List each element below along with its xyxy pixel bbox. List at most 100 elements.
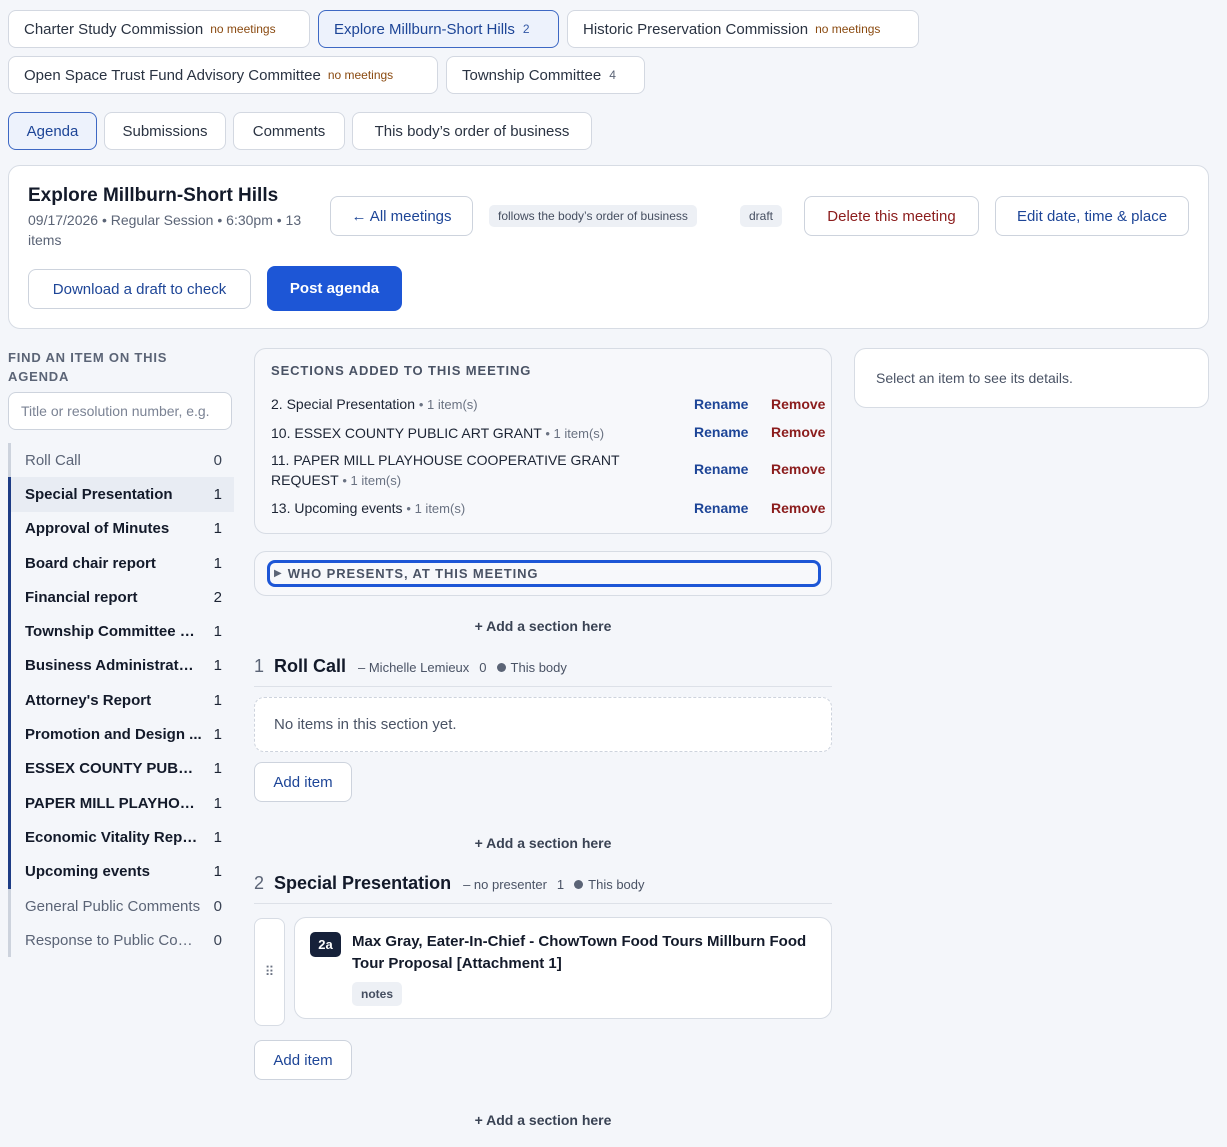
outline-item-label: Promotion and Design ... [25, 726, 202, 744]
all-meetings-button[interactable]: ← All meetings [330, 196, 473, 236]
sections-added-heading: SECTIONS ADDED TO THIS MEETING [271, 363, 532, 378]
body-tab-explore-millburn[interactable]: Explore Millburn-Short Hills 2 [318, 10, 559, 48]
outline-item-label: Special Presentation [25, 485, 173, 503]
outline-item-label: Financial report [25, 588, 138, 606]
add-section-link[interactable]: + Add a section here [254, 618, 832, 634]
outline-item-upcoming-events[interactable]: Upcoming events 1 [8, 854, 234, 889]
outline-item-economic-vitality[interactable]: Economic Vitality Report 1 [8, 820, 234, 855]
outline-item-label: Board chair report [25, 554, 156, 572]
outline-item-label: Roll Call [25, 451, 81, 469]
outline-item-label: Township Committee R... [25, 623, 202, 641]
body-tab-label: Open Space Trust Fund Advisory Committee [24, 66, 321, 84]
section-added-name: 10. ESSEX COUNTY PUBLIC ART GRANT [271, 425, 542, 441]
outline-item-promotion-and-design[interactable]: Promotion and Design ... 1 [8, 717, 234, 752]
outline-item-count: 1 [213, 794, 222, 812]
body-tab-township-committee[interactable]: Township Committee 4 [446, 56, 645, 94]
remove-link[interactable]: Remove [771, 459, 825, 479]
outline-item-special-presentation[interactable]: Special Presentation 1 [8, 477, 234, 512]
outline-item-board-chair-report[interactable]: Board chair report 1 [8, 545, 234, 581]
outline-item-financial-report[interactable]: Financial report 2 [8, 580, 234, 615]
body-tab-charter-study[interactable]: Charter Study Commission no meetings [8, 10, 310, 48]
outline-item-count: 1 [213, 520, 222, 538]
outline-item-count: 2 [213, 588, 222, 606]
outline-item-response-to-public-comments[interactable]: Response to Public Com... 0 [8, 923, 234, 958]
edit-date-time-place-button[interactable]: Edit date, time & place [995, 196, 1189, 236]
section-presenter[interactable]: – Michelle Lemieux [358, 660, 469, 675]
rename-link[interactable]: Rename [694, 422, 748, 442]
outline-item-essex-county[interactable]: ESSEX COUNTY PUBLI... 1 [8, 751, 234, 786]
add-item-button[interactable]: Add item [254, 762, 352, 802]
section-number: 2 [254, 873, 265, 893]
tab-agenda[interactable]: Agenda [8, 112, 97, 150]
outline-item-approval-of-minutes[interactable]: Approval of Minutes 1 [8, 511, 234, 546]
section-title[interactable]: Roll Call [274, 656, 346, 677]
body-tab-historic-preservation[interactable]: Historic Preservation Commission no meet… [567, 10, 919, 48]
download-draft-button[interactable]: Download a draft to check [28, 269, 251, 309]
agenda-item-card[interactable]: 2a Max Gray, Eater-In-Chief - ChowTown F… [294, 917, 832, 1019]
outline-item-township-committee[interactable]: Township Committee R... 1 [8, 614, 234, 649]
tab-order-of-business[interactable]: This body’s order of business [352, 112, 592, 150]
item-details-panel: Select an item to see its details. [854, 348, 1209, 408]
section-added-meta: • 1 item(s) [545, 426, 605, 441]
outline-item-count: 0 [213, 897, 222, 915]
who-presents-panel: ▶ WHO PRESENTS, AT THIS MEETING [254, 551, 832, 596]
outline-item-paper-mill[interactable]: PAPER MILL PLAYHOU... 1 [8, 785, 234, 821]
find-item-label: FIND AN ITEM ON THIS AGENDA [8, 350, 168, 384]
outline-item-count: 1 [213, 760, 222, 778]
outline-item-label: Approval of Minutes [25, 520, 170, 538]
section-added-row: 11. PAPER MILL PLAYHOUSE COOPERATIVE GRA… [271, 450, 825, 491]
section-item-count: 1 [556, 877, 565, 892]
who-presents-toggle[interactable]: ▶ WHO PRESENTS, AT THIS MEETING [267, 560, 821, 587]
outline-item-count: 1 [213, 554, 222, 572]
sections-added-panel: SECTIONS ADDED TO THIS MEETING 2. Specia… [254, 348, 832, 534]
section-added-meta: • 1 item(s) [406, 501, 466, 516]
notes-tag: notes [352, 982, 403, 1006]
add-item-button[interactable]: Add item [254, 1040, 352, 1080]
outline-item-count: 1 [213, 485, 222, 503]
item-number-badge: 2a [310, 932, 341, 957]
section-title[interactable]: Special Presentation [274, 873, 451, 894]
section-item-count: 0 [479, 660, 487, 675]
divider [254, 686, 832, 687]
outline-item-business-administrator[interactable]: Business Administrator'... 1 [8, 648, 234, 684]
outline-item-label: ESSEX COUNTY PUBLI... [25, 760, 202, 778]
body-tab-label: Township Committee [462, 66, 602, 84]
outline-item-roll-call[interactable]: Roll Call 0 [8, 443, 234, 478]
add-section-link[interactable]: + Add a section here [254, 1112, 832, 1128]
section-added-name: 2. Special Presentation [271, 396, 415, 412]
scope-dot-icon [574, 880, 584, 889]
outline-item-count: 0 [213, 931, 222, 949]
section-added-row: 10. ESSEX COUNTY PUBLIC ART GRANT • 1 it… [271, 422, 825, 444]
outline-item-label: Upcoming events [25, 863, 151, 881]
section-added-meta: • 1 item(s) [418, 397, 478, 412]
body-tab-meta: no meetings [815, 22, 881, 36]
section-scope: This body [588, 877, 645, 892]
outline-item-general-public-comments[interactable]: General Public Comments 0 [8, 888, 234, 924]
outline-item-label: Economic Vitality Report [25, 828, 202, 846]
drag-handle-icon[interactable]: ⠿ [254, 918, 285, 1026]
disclosure-triangle-icon: ▶ [274, 568, 282, 579]
who-presents-label: WHO PRESENTS, AT THIS MEETING [287, 566, 539, 581]
tab-comments[interactable]: Comments [233, 112, 345, 150]
post-agenda-button[interactable]: Post agenda [267, 266, 402, 311]
outline-item-label: Response to Public Com... [25, 931, 202, 949]
section-heading: 2 Special Presentation – no presenter 1 … [254, 873, 645, 894]
outline-item-count: 1 [213, 863, 222, 881]
agenda-search-input[interactable] [8, 392, 232, 430]
delete-meeting-button[interactable]: Delete this meeting [804, 196, 979, 236]
body-tab-count: 4 [609, 68, 616, 82]
outline-item-label: General Public Comments [25, 897, 201, 915]
outline-item-attorneys-report[interactable]: Attorney's Report 1 [8, 683, 234, 718]
section-presenter[interactable]: – no presenter [463, 877, 547, 892]
rename-link[interactable]: Rename [694, 498, 748, 518]
remove-link[interactable]: Remove [771, 422, 825, 442]
tab-submissions[interactable]: Submissions [104, 112, 226, 150]
section-number: 1 [254, 656, 265, 676]
remove-link[interactable]: Remove [771, 394, 825, 414]
remove-link[interactable]: Remove [771, 498, 825, 518]
rename-link[interactable]: Rename [694, 394, 748, 414]
add-section-link[interactable]: + Add a section here [254, 835, 832, 851]
body-tab-open-space[interactable]: Open Space Trust Fund Advisory Committee… [8, 56, 438, 94]
body-tab-label: Explore Millburn-Short Hills [334, 20, 515, 38]
rename-link[interactable]: Rename [694, 459, 748, 479]
